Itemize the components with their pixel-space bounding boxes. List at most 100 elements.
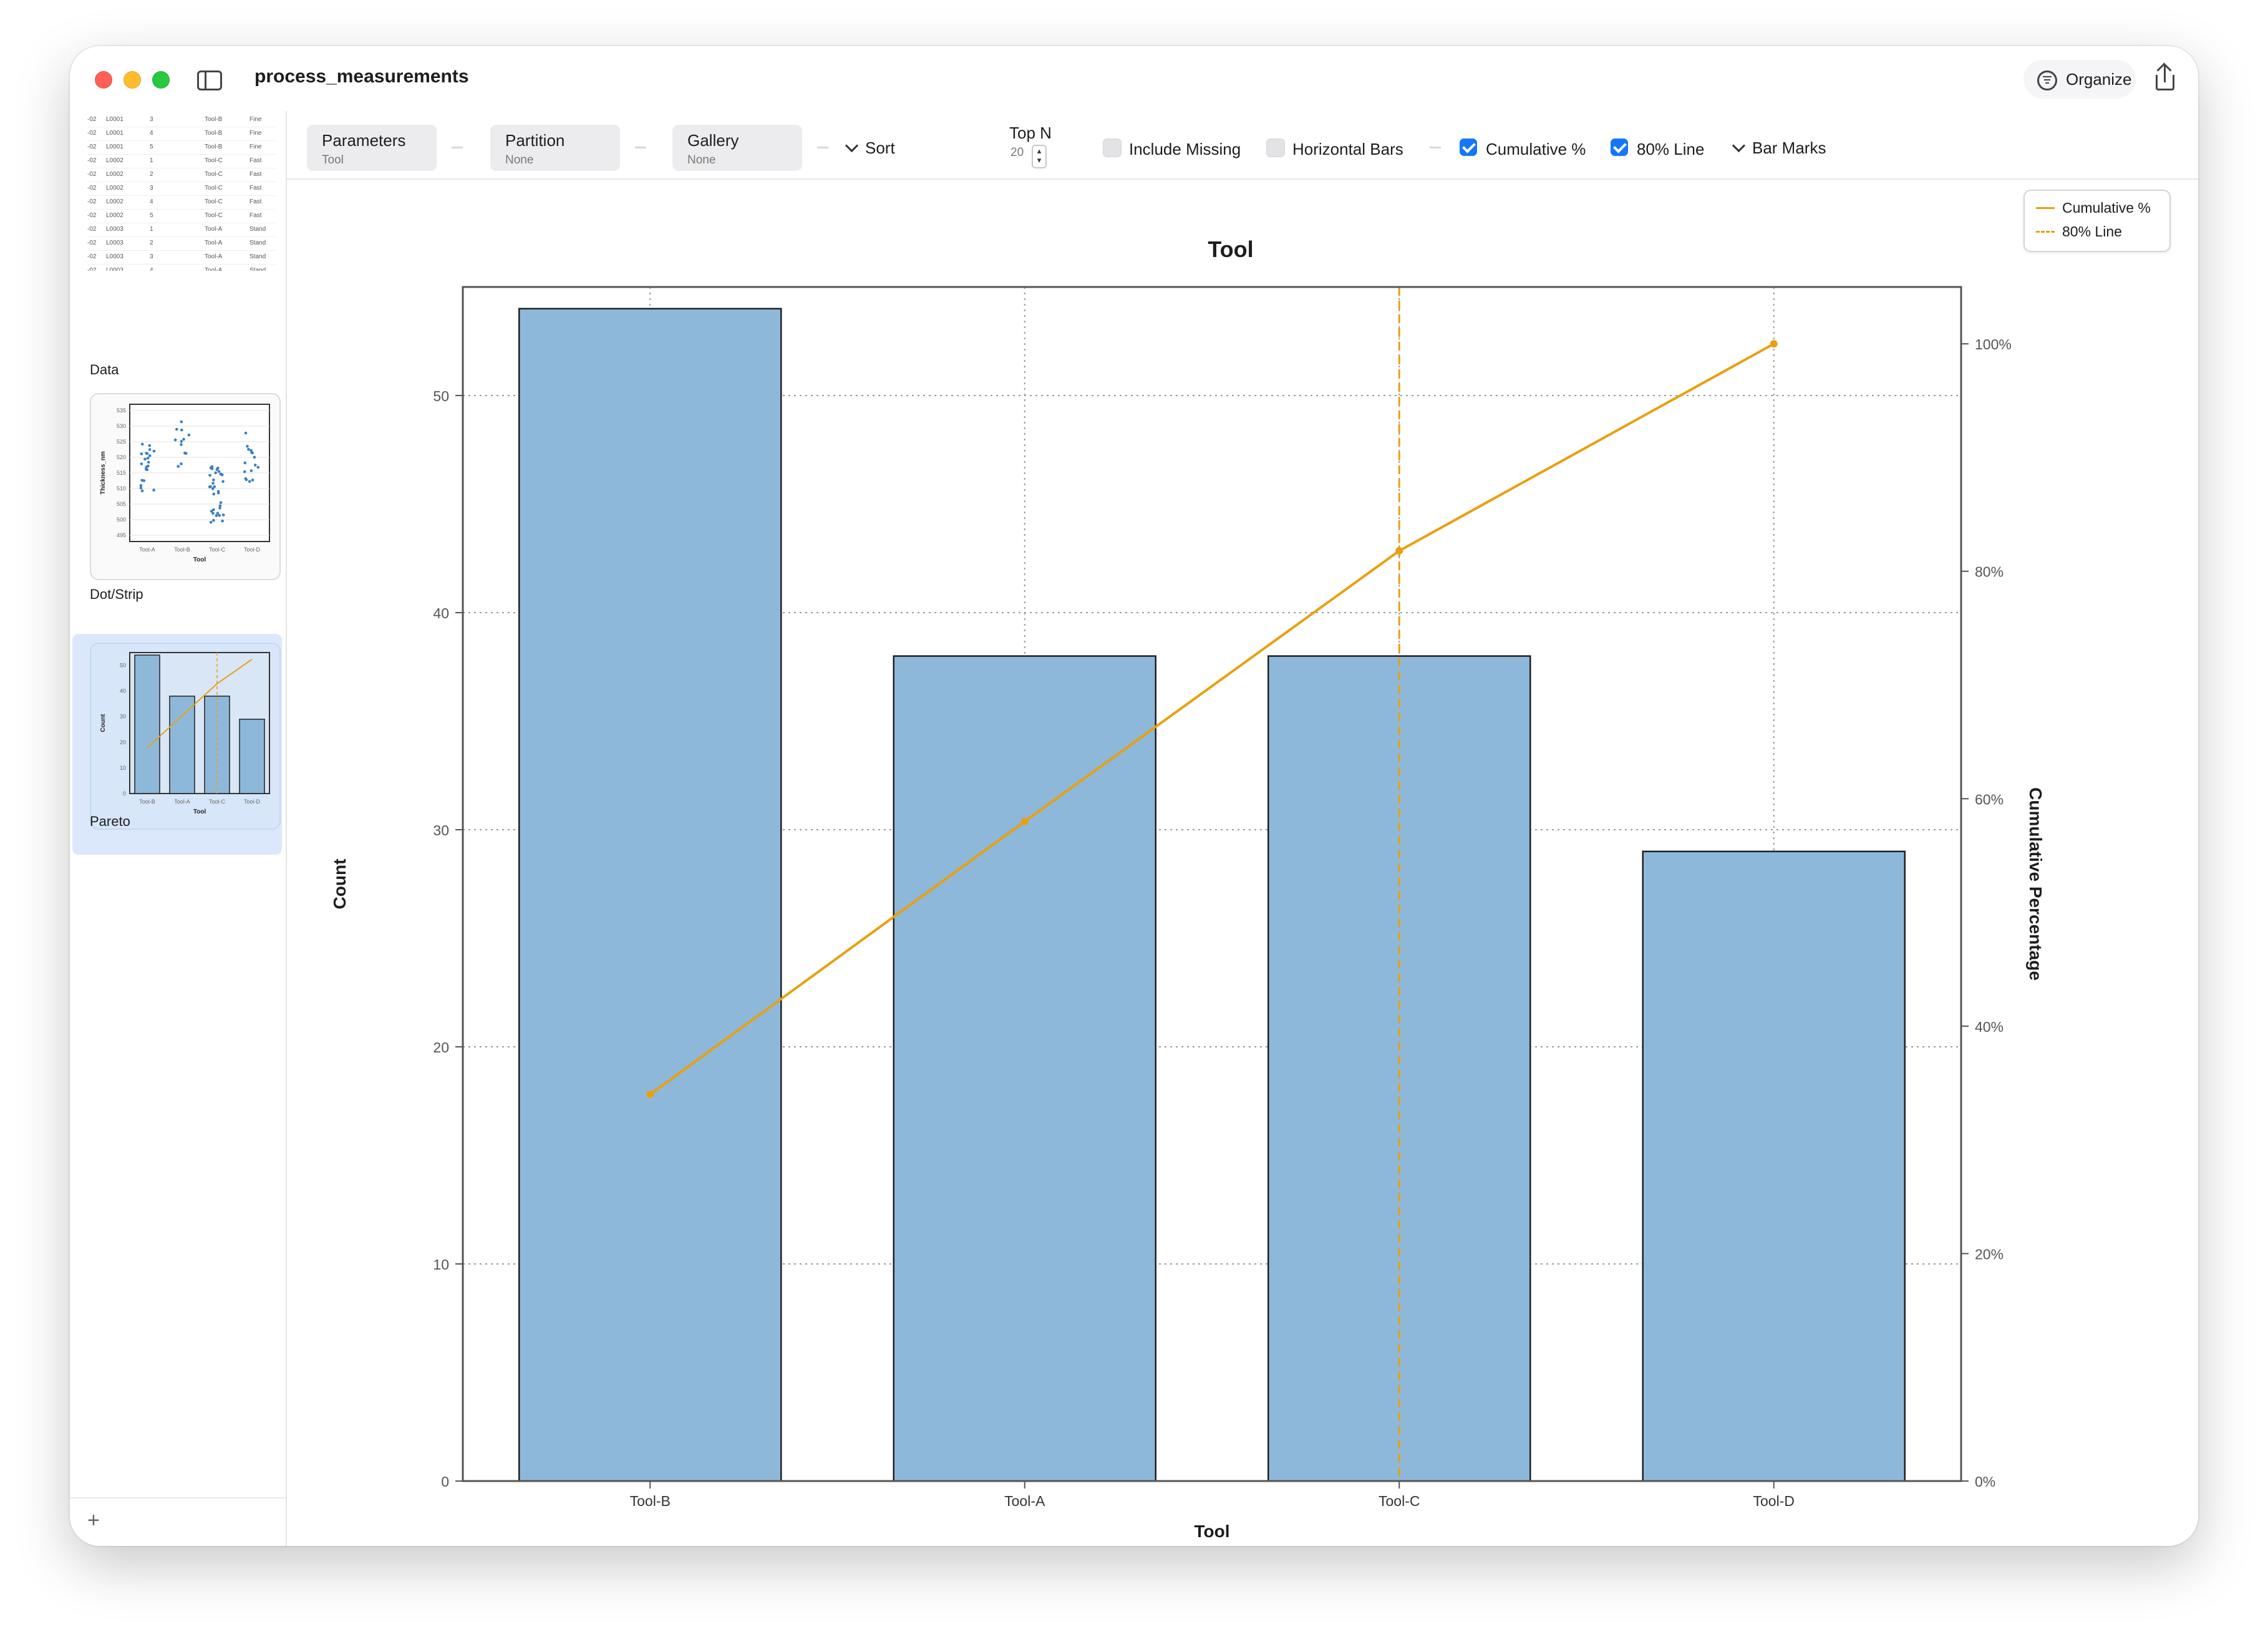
strip-point	[217, 470, 221, 474]
data-thumbnail-row: -02 L0002 5 Tool-C Fast	[87, 210, 276, 223]
strip-point	[253, 455, 256, 459]
dot-strip-thumbnail[interactable]: 535 530 525 520 515 510 505 500 495 Tool-A Tool-B T…	[90, 393, 281, 580]
data-thumbnail-cell: Fine	[250, 116, 262, 123]
strip-point	[218, 504, 222, 508]
data-thumbnail-cell: 4	[150, 130, 153, 137]
gallery-title: Gallery	[687, 131, 739, 150]
y-axis-label: Count	[330, 859, 349, 910]
app-window: process_measurements Organize -02 L0001 3 T…	[70, 46, 2198, 1546]
pareto-chart: Tool 0 10 20 30 40 50 Tool-B Tool-A Tool-C Tool-D 0…	[330, 236, 2045, 1541]
bar-marks-label: Bar Marks	[1752, 138, 1826, 157]
y-tick-label: 505	[117, 501, 126, 507]
share-icon[interactable]	[2146, 60, 2184, 99]
data-thumbnail-cell: Fast	[250, 157, 262, 164]
sidebar-item-pareto[interactable]: Pareto	[90, 814, 130, 830]
checkbox-box	[1266, 138, 1285, 157]
gallery-value: None	[687, 153, 716, 167]
sidebar-toggle-icon[interactable]	[188, 62, 228, 97]
x-tick-label: Tool-A	[1004, 1493, 1045, 1509]
strip-point	[140, 478, 143, 482]
data-thumbnail-cell: Tool-B	[205, 130, 223, 137]
zoom-window-button[interactable]	[152, 71, 170, 89]
data-thumbnail-cell: L0002	[106, 198, 124, 205]
y2-tick-label: 20%	[1975, 1246, 2004, 1262]
x-tick-label: Tool-B	[174, 546, 190, 553]
parameters-title: Parameters	[322, 131, 406, 150]
sidebar: -02 L0001 3 Tool-B Fine -02 L0001 4 Tool-B Fine -0…	[70, 111, 287, 1546]
data-thumbnail-cell: 1	[150, 157, 153, 164]
chevron-down-icon	[1732, 138, 1746, 153]
filter-circle-icon	[2037, 70, 2057, 90]
strip-point	[219, 501, 223, 504]
strip-point	[173, 438, 177, 442]
strip-point	[214, 471, 217, 475]
strip-point	[243, 470, 246, 474]
strip-point	[250, 469, 253, 472]
strip-point	[147, 464, 150, 468]
y-tick-label: 520	[117, 454, 126, 460]
data-thumbnail-cell: -02	[87, 267, 97, 271]
top-n-label: Top N	[1009, 124, 1052, 142]
strip-point	[211, 512, 215, 515]
strip-point	[216, 491, 220, 495]
include-missing-label: Include Missing	[1129, 140, 1241, 158]
cumulative-point	[1020, 817, 1029, 825]
data-thumbnail-cell: L0002	[106, 157, 124, 164]
x-axis-label: Tool	[193, 556, 206, 563]
parameters-field[interactable]: Parameters Tool	[307, 125, 437, 171]
sort-label: Sort	[865, 138, 895, 157]
bar-tool-d	[1642, 850, 1906, 1482]
x-tick-label: Tool-A	[139, 546, 155, 553]
sidebar-item-dot-strip[interactable]: Dot/Strip	[90, 586, 143, 603]
y2-axis-label: Cumulative Percentage	[2026, 787, 2045, 981]
data-thumbnail-cell: -02	[87, 143, 97, 150]
data-thumbnail-cell: -02	[87, 226, 97, 233]
bar-marks-menu[interactable]: Bar Marks	[1732, 138, 1826, 158]
sidebar-item-data[interactable]: Data	[90, 362, 119, 378]
sort-menu[interactable]: Sort	[845, 138, 895, 158]
gallery-field[interactable]: Gallery None	[672, 125, 802, 171]
data-thumbnail-cell: -02	[87, 240, 97, 246]
y-tick-label: 530	[117, 423, 126, 429]
x-tick-label: Tool-B	[630, 1493, 671, 1509]
strip-point	[140, 452, 143, 455]
strip-point	[212, 478, 215, 482]
strip-point	[175, 427, 178, 431]
data-thumbnail-cell: 3	[150, 253, 153, 260]
top-n-stepper[interactable]: ▴ ▾	[1032, 145, 1047, 168]
chart-legend: Cumulative % 80% Line	[2023, 190, 2171, 252]
cumulative-label: Cumulative %	[1486, 140, 1586, 158]
data-thumbnail-cell: L0001	[106, 116, 124, 123]
x-axis-label: Tool	[1194, 1522, 1229, 1541]
data-thumbnail-row: -02 L0003 1 Tool-A Stand	[87, 223, 276, 237]
data-thumbnail-cell: -02	[87, 116, 97, 123]
x-tick-label: Tool-D	[1753, 1493, 1795, 1509]
partition-title: Partition	[505, 131, 565, 150]
pareto-thumbnail[interactable]: 50 40 30 20 10 0 Tool-B Tool-A Tool-C Tool-D Tool C…	[90, 643, 281, 830]
data-thumbnail-cell: 2	[150, 240, 153, 246]
x-tick-label: Tool-C	[1379, 1493, 1420, 1509]
data-thumbnail-cell: Tool-C	[205, 185, 223, 192]
data-thumbnail-cell: L0002	[106, 171, 124, 178]
data-thumbnail-cell: Tool-B	[205, 116, 223, 123]
data-thumbnail-row: -02 L0003 4 Tool-A Stand	[87, 265, 276, 271]
y-tick-label: 50	[120, 663, 126, 669]
data-thumbnail-cell: L0003	[106, 253, 124, 260]
strip-point	[140, 462, 143, 465]
strip-point	[251, 451, 254, 455]
strip-point	[218, 513, 221, 517]
y-tick-label: 525	[117, 439, 126, 445]
add-chart-button[interactable]: +	[87, 1508, 100, 1533]
close-window-button[interactable]	[95, 71, 112, 89]
top-n-value[interactable]: 20	[1010, 146, 1024, 160]
strip-point	[209, 485, 212, 488]
y-tick-label: 510	[117, 485, 126, 492]
cumulative-point	[1770, 340, 1778, 348]
strip-point	[244, 431, 248, 435]
strip-point	[245, 478, 248, 482]
minimize-window-button[interactable]	[124, 71, 141, 89]
data-thumbnail[interactable]: -02 L0001 3 Tool-B Fine -02 L0001 4 Tool-B Fine -0…	[87, 114, 276, 271]
thumb-bar	[169, 696, 195, 794]
partition-field[interactable]: Partition None	[490, 125, 620, 171]
organize-button[interactable]: Organize	[2023, 60, 2136, 99]
